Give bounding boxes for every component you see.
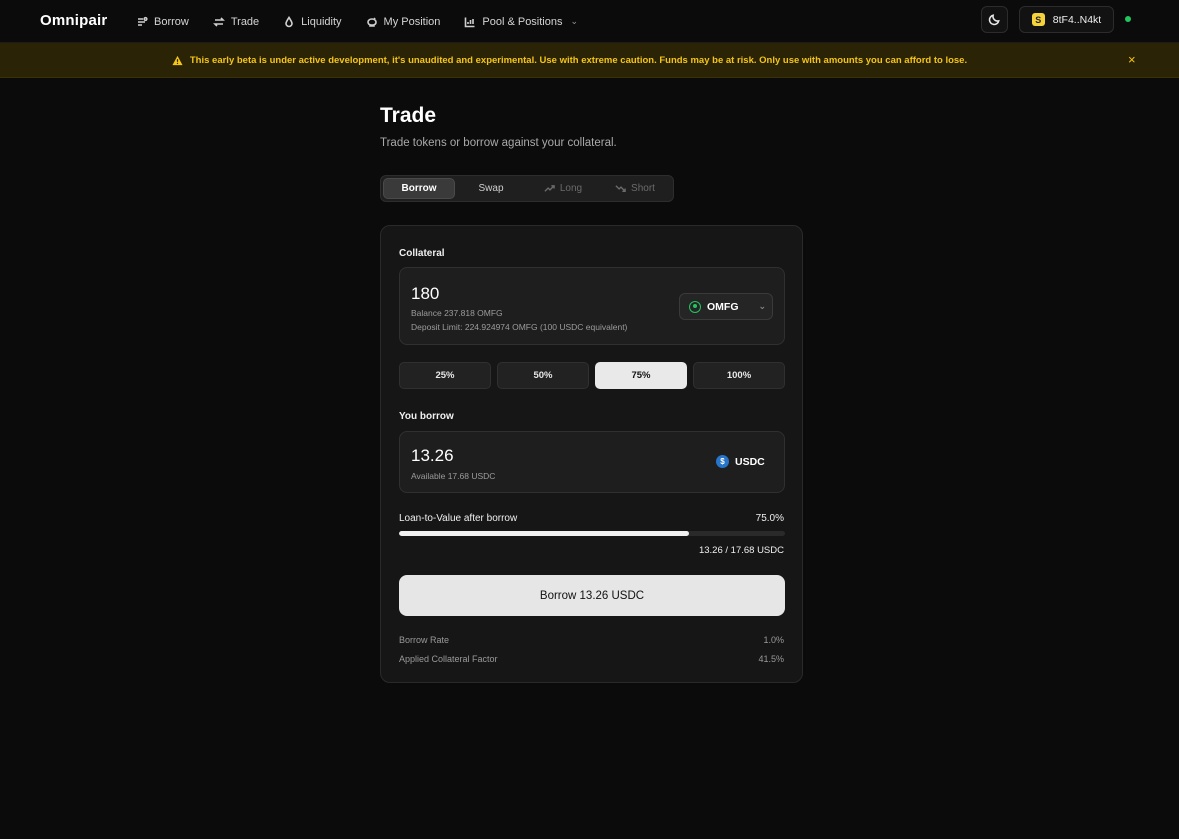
chevron-down-icon: ⌄ — [758, 301, 767, 311]
collateral-factor-value: 41.5% — [758, 654, 784, 664]
trend-up-icon — [544, 185, 555, 192]
nav-item-label: Borrow — [154, 15, 189, 28]
borrow-available: Available 17.68 USDC — [411, 471, 496, 481]
percent-100-button[interactable]: 100% — [693, 362, 785, 389]
collateral-balance: Balance 237.818 OMFG — [411, 308, 503, 318]
borrow-submit-button[interactable]: Borrow 13.26 USDC — [399, 575, 785, 616]
nav-item-label: My Position — [383, 15, 441, 28]
connection-status-dot — [1125, 16, 1131, 22]
tab-long[interactable]: Long — [527, 178, 599, 199]
collateral-amount-input[interactable]: 180 — [411, 284, 439, 304]
collateral-token-label: OMFG — [707, 300, 739, 313]
page-title: Trade — [380, 104, 437, 127]
wallet-address: 8tF4..N4kt — [1052, 13, 1102, 26]
trend-down-icon — [615, 185, 626, 192]
nav-item-trade[interactable]: Trade — [212, 15, 260, 28]
wallet-logo-icon: S — [1031, 13, 1045, 26]
deposit-limit: Deposit Limit: 224.924974 OMFG (100 USDC… — [411, 322, 628, 332]
swap-arrows-icon — [212, 16, 225, 27]
piggy-bank-icon — [366, 17, 377, 27]
brand-logo[interactable]: Omnipair — [40, 12, 107, 29]
wallet-button[interactable]: S 8tF4..N4kt — [1019, 6, 1114, 33]
borrow-amount-input[interactable]: 13.26 — [411, 446, 454, 466]
borrow-rate-value: 1.0% — [763, 635, 784, 645]
nav-item-borrow[interactable]: Borrow — [136, 16, 189, 28]
borrow-card: Collateral 180 Balance 237.818 OMFG Depo… — [380, 225, 803, 683]
nav-item-label: Pool & Positions — [482, 15, 563, 28]
trade-mode-tabs: Borrow Swap Long Short — [380, 175, 674, 202]
banner-message: This early beta is under active developm… — [189, 54, 968, 66]
collateral-input-box: 180 Balance 237.818 OMFG Deposit Limit: … — [399, 267, 785, 345]
borrow-rate-label: Borrow Rate — [399, 635, 450, 645]
nav-item-liquidity[interactable]: Liquidity — [283, 15, 342, 28]
ltv-progress-bar — [399, 531, 785, 536]
nav-item-label: Trade — [230, 15, 260, 28]
borrow-label: You borrow — [399, 411, 454, 422]
tab-label: Long — [559, 183, 583, 194]
nav-item-pool-positions[interactable]: Pool & Positions ⌄ — [464, 16, 578, 28]
omfg-token-icon — [689, 300, 701, 313]
collateral-token-select[interactable]: OMFG ⌄ — [679, 293, 773, 320]
warning-icon — [172, 55, 183, 65]
usdc-token-icon: $ — [716, 455, 729, 468]
borrow-icon — [138, 16, 148, 26]
beta-warning-banner: This early beta is under active developm… — [0, 43, 1179, 78]
page-subtitle: Trade tokens or borrow against your coll… — [380, 137, 617, 149]
borrow-input-box: 13.26 Available 17.68 USDC $ USDC — [399, 431, 785, 493]
chevron-down-icon: ⌄ — [570, 16, 579, 26]
percent-25-button[interactable]: 25% — [399, 362, 491, 389]
tab-short[interactable]: Short — [599, 178, 671, 199]
borrow-token-label: USDC — [735, 455, 765, 468]
tab-label: Short — [631, 183, 655, 194]
main-nav: Borrow Trade Liquidity My Position Pool … — [136, 0, 602, 43]
ltv-progress-fill — [399, 531, 689, 536]
ltv-value: 75.0% — [755, 513, 784, 524]
nav-item-my-position[interactable]: My Position — [366, 15, 441, 28]
top-navbar: Omnipair Borrow Trade Liquidity My Posit… — [0, 0, 1179, 43]
nav-item-label: Liquidity — [301, 15, 342, 28]
collateral-factor-label: Applied Collateral Factor — [399, 654, 498, 664]
tab-label: Swap — [478, 183, 504, 194]
percent-75-button[interactable]: 75% — [595, 362, 687, 389]
tab-swap[interactable]: Swap — [455, 178, 527, 199]
percent-50-button[interactable]: 50% — [497, 362, 589, 389]
theme-toggle-button[interactable] — [981, 6, 1008, 33]
collateral-label: Collateral — [399, 248, 445, 259]
close-icon[interactable]: × — [1128, 53, 1136, 66]
tab-borrow[interactable]: Borrow — [383, 178, 455, 199]
droplet-icon — [285, 15, 293, 27]
tab-label: Borrow — [401, 183, 437, 194]
ltv-ratio: 13.26 / 17.68 USDC — [698, 545, 784, 556]
percent-buttons: 25% 50% 75% 100% — [399, 362, 785, 389]
bar-chart-icon — [465, 17, 475, 27]
moon-icon — [988, 14, 1000, 26]
ltv-label: Loan-to-Value after borrow — [399, 513, 518, 524]
borrow-token: $ USDC — [716, 455, 765, 468]
